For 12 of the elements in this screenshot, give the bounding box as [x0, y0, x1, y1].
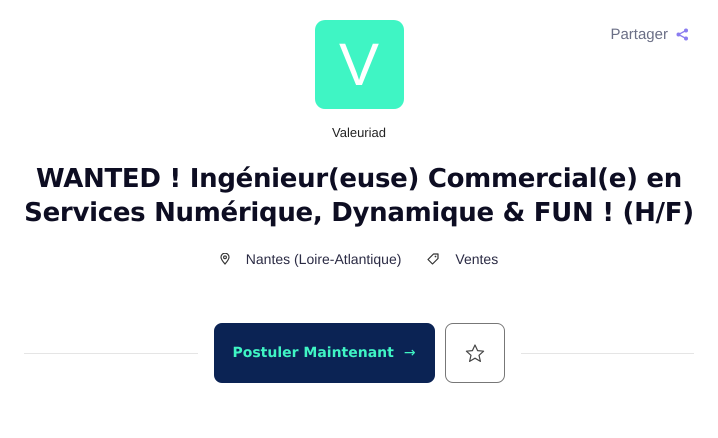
job-meta: Ventes	[455, 251, 498, 267]
share-icon	[676, 28, 688, 41]
job-meta: Nantes (Loire-Atlantique)	[246, 251, 402, 267]
star-icon	[464, 344, 484, 362]
job-title: WANTED ! Ingénieur(euse) Commercial(e) en Services Numérique, Dynamique & FUN ! (H/F)	[23, 163, 695, 230]
favorite-button[interactable]	[444, 323, 504, 383]
tag-icon	[427, 253, 440, 265]
company-name: Valeuriad	[332, 125, 386, 140]
company-logo: V	[314, 20, 404, 109]
location-pin-icon	[220, 253, 230, 265]
share-link[interactable]: Partager	[610, 26, 688, 43]
apply-button[interactable]: Postuler Maintenant →	[214, 323, 434, 383]
